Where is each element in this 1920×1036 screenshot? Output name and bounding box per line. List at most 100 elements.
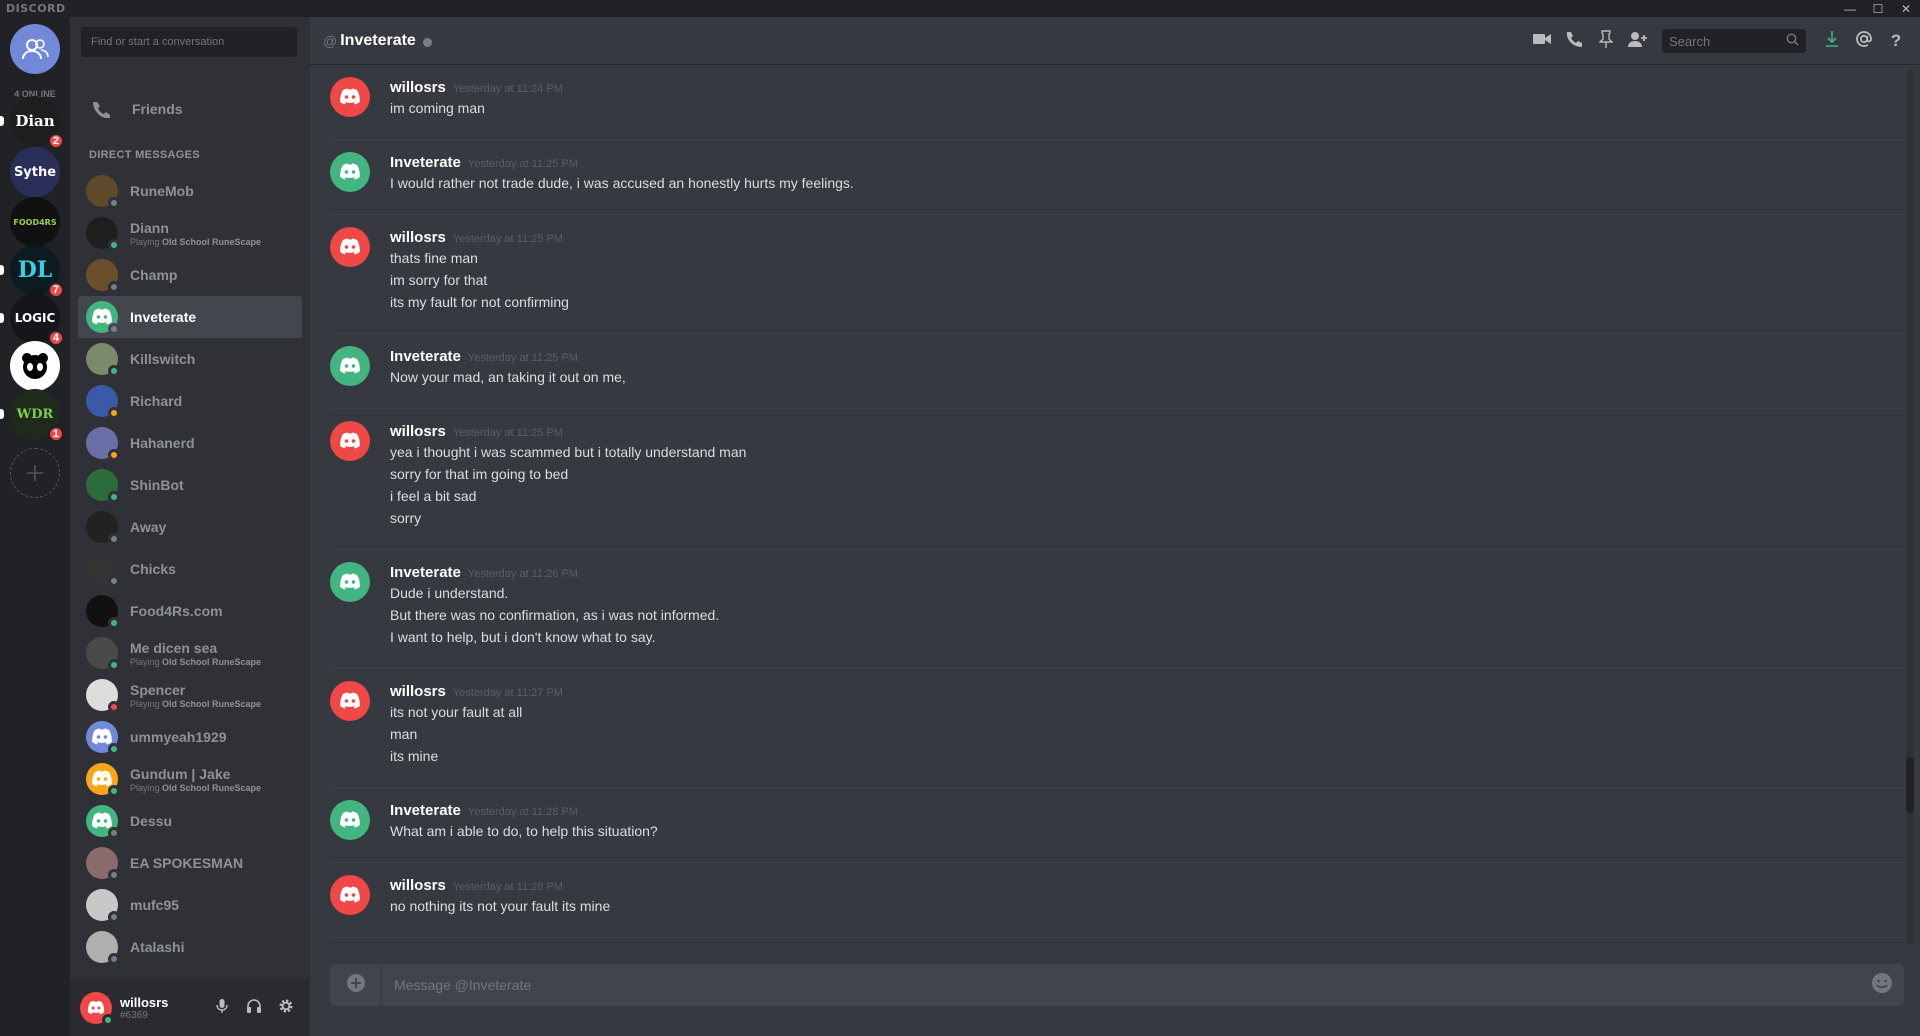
pinned-messages-button[interactable] xyxy=(1590,25,1622,57)
download-button[interactable] xyxy=(1816,25,1848,57)
dm-item[interactable]: Dessu xyxy=(78,800,302,842)
message-avatar[interactable] xyxy=(330,77,370,117)
channel-title: Inveterate xyxy=(340,31,416,49)
dm-avatar xyxy=(86,511,120,545)
dm-item[interactable]: Inveterate xyxy=(78,296,302,338)
message-avatar[interactable] xyxy=(330,227,370,267)
server-icon[interactable]: DL 7 xyxy=(0,245,64,298)
dm-activity: Playing Old School RuneScape xyxy=(130,782,262,793)
message-avatar[interactable] xyxy=(330,875,370,915)
window-controls: — ☐ ✕ xyxy=(1836,0,1920,17)
friends-nav-item[interactable]: Friends xyxy=(78,89,302,129)
dm-item[interactable]: EA SPOKESMAN xyxy=(78,842,302,884)
mute-button[interactable] xyxy=(206,992,238,1024)
message-group: Inveterate Yesterday at 11:25 PM Now your … xyxy=(330,334,1904,409)
dm-item[interactable]: Me dicen sea Playing Old School RuneScape xyxy=(78,632,302,674)
message-author[interactable]: Inveterate xyxy=(390,348,461,365)
message-text: But there was no confirmation, as i was … xyxy=(390,607,720,623)
user-panel: willosrs #6369 xyxy=(70,980,310,1036)
message-author[interactable]: Inveterate xyxy=(390,154,461,171)
dm-avatar xyxy=(86,889,120,923)
dm-item[interactable]: Chicks xyxy=(78,548,302,590)
user-settings-button[interactable] xyxy=(270,992,302,1024)
dm-item[interactable]: RuneMob xyxy=(78,170,302,212)
message-avatar[interactable] xyxy=(330,346,370,386)
plus-circle-icon xyxy=(346,973,366,998)
dm-item[interactable]: Killswitch xyxy=(78,338,302,380)
message-avatar[interactable] xyxy=(330,681,370,721)
minimize-button[interactable]: — xyxy=(1836,0,1864,17)
dm-item[interactable]: Champ xyxy=(78,254,302,296)
dm-item[interactable]: Hahanerd xyxy=(78,422,302,464)
message-timestamp: Yesterday at 11:24 PM xyxy=(452,83,563,95)
message-author[interactable]: Inveterate xyxy=(390,564,461,581)
message-list[interactable]: willosrs Yesterday at 11:24 PM im coming m… xyxy=(310,65,1904,945)
help-button[interactable]: ? xyxy=(1880,25,1912,57)
server-icon[interactable]: WDR 1 xyxy=(0,389,64,442)
dm-name: Champ xyxy=(130,267,178,283)
message-avatar[interactable] xyxy=(330,800,370,840)
dm-name: Diann xyxy=(130,219,169,236)
voice-call-button[interactable] xyxy=(1558,25,1590,57)
recipient-status-dot xyxy=(422,37,432,47)
message-timestamp: Yesterday at 11:25 PM xyxy=(452,427,563,439)
video-call-button[interactable] xyxy=(1526,25,1558,57)
dm-name: Killswitch xyxy=(130,351,196,367)
dm-item[interactable]: Gundum | Jake Playing Old School RuneScap… xyxy=(78,758,302,800)
maximize-button[interactable]: ☐ xyxy=(1864,0,1892,17)
user-discriminator: #6369 xyxy=(120,1010,148,1021)
dm-item[interactable]: mufc95 xyxy=(78,884,302,926)
message-author[interactable]: willosrs xyxy=(390,423,446,440)
server-icon[interactable]: Sythe xyxy=(10,147,60,197)
message-text: i feel a bit sad xyxy=(390,488,477,504)
dm-item[interactable]: Food4Rs.com xyxy=(78,590,302,632)
dm-avatar xyxy=(86,805,120,839)
friends-label: Friends xyxy=(132,101,183,117)
status-dot xyxy=(108,239,120,251)
close-button[interactable]: ✕ xyxy=(1892,0,1920,17)
server-icon[interactable]: FOOD4RS xyxy=(10,197,60,247)
server-icon[interactable]: LOGIC 4 xyxy=(0,293,64,346)
message-author[interactable]: willosrs xyxy=(390,79,446,96)
message-author[interactable]: Inveterate xyxy=(390,802,461,819)
mentions-button[interactable] xyxy=(1848,25,1880,57)
friends-home-icon xyxy=(10,24,60,74)
message-author[interactable]: willosrs xyxy=(390,229,446,246)
message-text: yea i thought i was scammed but i totall… xyxy=(390,444,747,460)
add-server-button[interactable] xyxy=(10,448,60,498)
message-author[interactable]: willosrs xyxy=(390,683,446,700)
message-avatar[interactable] xyxy=(330,562,370,602)
emoji-picker-button[interactable] xyxy=(1860,972,1904,999)
status-dot xyxy=(108,617,120,629)
message-text: I want to help, but i don't know what to… xyxy=(390,629,656,645)
dm-item[interactable]: ShinBot xyxy=(78,464,302,506)
dm-item[interactable]: ummyeah1929 xyxy=(78,716,302,758)
message-timestamp: Yesterday at 11:28 PM xyxy=(452,881,563,893)
app-brand: DISCORD xyxy=(6,2,66,15)
dm-item[interactable]: Atalashi xyxy=(78,926,302,968)
user-avatar[interactable] xyxy=(80,992,114,1026)
message-search-input[interactable]: Search xyxy=(1662,29,1806,53)
dm-item[interactable]: Diann Playing Old School RuneScape xyxy=(78,212,302,254)
message-text: its my fault for not confirming xyxy=(390,294,569,310)
dm-item[interactable]: Spencer Playing Old School RuneScape xyxy=(78,674,302,716)
message-timestamp: Yesterday at 11:26 PM xyxy=(467,568,578,580)
scrollbar-thumb[interactable] xyxy=(1906,757,1914,813)
dm-item[interactable]: Richard xyxy=(78,380,302,422)
conversation-search-input[interactable]: Find or start a conversation xyxy=(81,27,297,57)
add-friend-to-dm-button[interactable] xyxy=(1622,25,1654,57)
message-text: sorry xyxy=(390,510,422,526)
home-button[interactable] xyxy=(10,24,60,74)
server-icon[interactable] xyxy=(10,341,60,391)
message-avatar[interactable] xyxy=(330,152,370,192)
scrollbar-track[interactable] xyxy=(1906,70,1914,945)
deafen-button[interactable] xyxy=(238,992,270,1024)
dm-item[interactable]: Away xyxy=(78,506,302,548)
dm-avatar xyxy=(86,595,120,629)
message-author[interactable]: willosrs xyxy=(390,877,446,894)
attach-file-button[interactable] xyxy=(330,964,382,1006)
server-icon[interactable]: Dian 2 xyxy=(0,96,64,149)
message-input[interactable]: Message @Inveterate xyxy=(394,977,1860,993)
message-avatar[interactable] xyxy=(330,421,370,461)
dm-avatar xyxy=(86,427,120,461)
